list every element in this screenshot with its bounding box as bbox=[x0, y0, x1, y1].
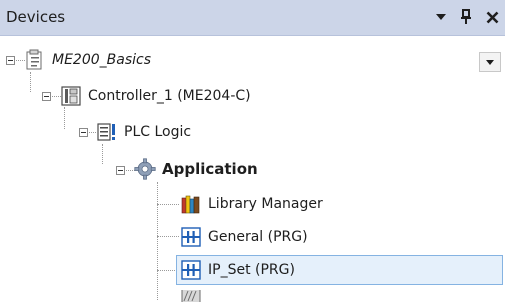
tree-connector bbox=[30, 72, 31, 92]
tree-node-controller[interactable]: Controller_1 (ME204-C) bbox=[60, 81, 251, 111]
program-icon bbox=[180, 226, 202, 248]
triangle-down-icon bbox=[486, 59, 494, 65]
tree-connector bbox=[157, 236, 179, 237]
controller-icon bbox=[60, 85, 82, 107]
project-icon bbox=[24, 49, 46, 71]
close-icon bbox=[486, 11, 498, 23]
collapse-toggle[interactable] bbox=[6, 56, 15, 65]
tree-node-label: PLC Logic bbox=[124, 124, 192, 140]
panel-titlebar: Devices bbox=[0, 0, 505, 36]
tree-node-partial[interactable] bbox=[180, 290, 208, 302]
close-button[interactable] bbox=[481, 6, 503, 28]
tree-node-label: Library Manager bbox=[208, 196, 323, 212]
auto-hide-pin-button[interactable] bbox=[455, 6, 477, 28]
tree-node-application[interactable]: Application bbox=[134, 154, 258, 184]
tree-node-label: ME200_Basics bbox=[52, 52, 152, 68]
window-position-dropdown-button[interactable] bbox=[430, 6, 452, 28]
tree-connector bbox=[102, 144, 103, 164]
tree-node-plc-logic[interactable]: PLC Logic bbox=[96, 117, 191, 147]
plc-logic-icon bbox=[96, 121, 118, 143]
device-tree: ME200_Basics Controller_1 (ME204-C) PLC … bbox=[0, 36, 505, 302]
collapse-toggle[interactable] bbox=[42, 92, 51, 101]
collapse-toggle[interactable] bbox=[116, 166, 125, 175]
library-icon bbox=[180, 193, 202, 215]
tree-node-library-manager[interactable]: Library Manager bbox=[180, 189, 323, 219]
pin-icon bbox=[461, 9, 471, 24]
tree-connector bbox=[157, 182, 158, 300]
tree-node-project[interactable]: ME200_Basics bbox=[24, 45, 151, 75]
tree-node-general-prg[interactable]: General (PRG) bbox=[180, 222, 308, 252]
tree-node-label: IP_Set (PRG) bbox=[208, 262, 295, 278]
panel-title: Devices bbox=[6, 8, 66, 26]
tree-node-label: Application bbox=[162, 160, 258, 178]
row-scroll-dropdown-button[interactable] bbox=[479, 52, 501, 72]
tree-node-label: General (PRG) bbox=[208, 229, 308, 245]
tree-node-label: Controller_1 (ME204-C) bbox=[88, 88, 251, 104]
devices-panel: Devices ME200_Basics Controller_1 (ME204… bbox=[0, 0, 505, 302]
gear-icon bbox=[134, 158, 156, 180]
tree-node-ip-set-prg[interactable]: IP_Set (PRG) bbox=[176, 255, 503, 285]
triangle-down-icon bbox=[436, 14, 446, 20]
tree-connector bbox=[157, 204, 179, 205]
collapse-toggle[interactable] bbox=[79, 128, 88, 137]
program-icon bbox=[180, 259, 202, 281]
task-config-icon bbox=[180, 290, 202, 302]
